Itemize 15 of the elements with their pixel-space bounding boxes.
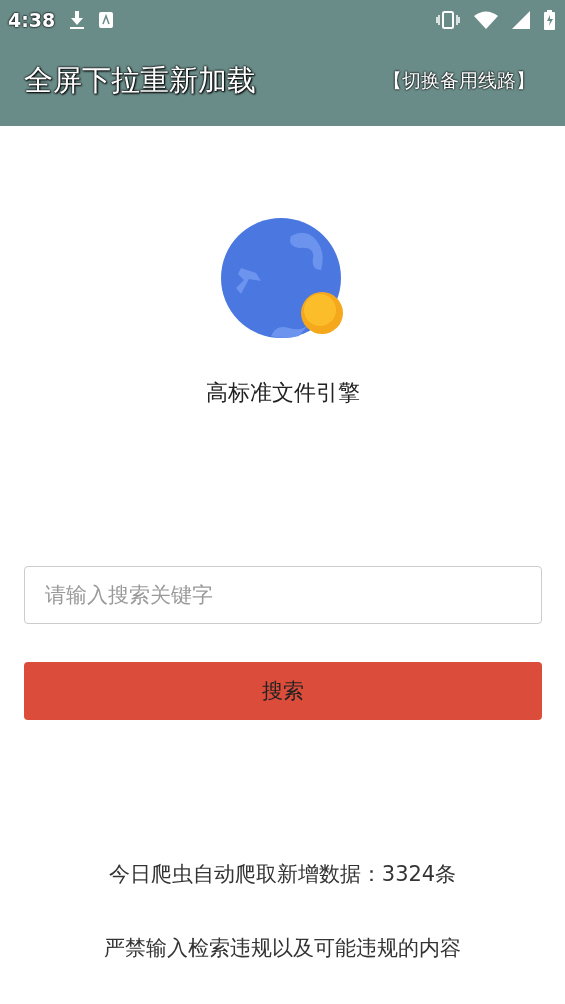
stats-text: 今日爬虫自动爬取新增数据：3324条 [108, 861, 457, 888]
battery-icon [544, 10, 555, 30]
notification-icon [99, 12, 114, 28]
vibrate-icon [436, 11, 460, 29]
signal-icon [512, 11, 530, 29]
download-icon [69, 11, 86, 29]
wifi-icon [474, 11, 498, 29]
app-name: 高标准文件引擎 [205, 379, 360, 407]
globe-logo-icon [220, 218, 345, 340]
switch-line-button[interactable]: 【切换备用线路】 [383, 68, 535, 94]
status-time: 4:38 [8, 9, 56, 31]
toolbar-title: 全屏下拉重新加载 [24, 62, 256, 99]
notice-text: 严禁输入检索违规以及可能违规的内容 [104, 935, 461, 962]
search-button[interactable]: 搜索 [23, 662, 542, 720]
search-field[interactable]: 请输入搜索关键字 [23, 566, 542, 624]
